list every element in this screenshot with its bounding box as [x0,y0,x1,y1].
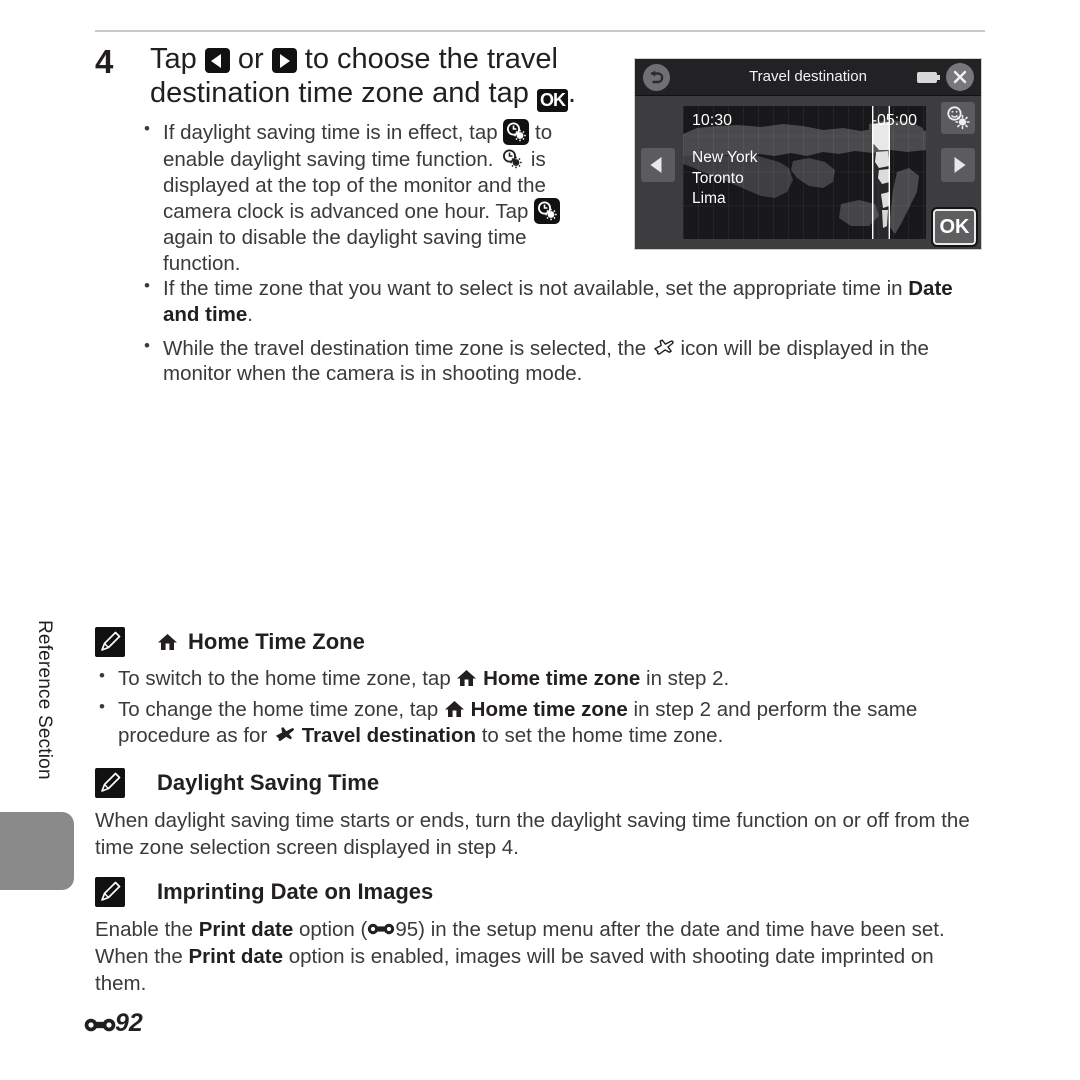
note-daylight-saving-time: Daylight Saving Time When daylight savin… [95,768,985,861]
list-item: Toronto [692,169,744,187]
note-imprinting-date-on-images: Imprinting Date on Images Enable the Pri… [95,877,985,997]
list-item: If daylight saving time is in effect, ta… [140,118,585,277]
pencil-note-icon [95,877,125,907]
step-bullet-list-narrow: If daylight saving time is in effect, ta… [140,118,585,279]
note-title: Daylight Saving Time [157,770,380,795]
step-heading: Tap or to choose the travel destination … [150,42,615,113]
map-time: 10:30 [692,112,733,129]
bullet-text-2: . [247,302,253,326]
step-block: 4 Tap or to choose the travel destinatio… [95,42,615,113]
step-number: 4 [95,43,114,80]
page-number: 92 [115,1009,143,1037]
pencil-note-icon [95,627,125,657]
note-paragraph: When daylight saving time starts or ends… [95,809,970,860]
battery-icon [917,72,940,83]
daylight-saving-inverse-icon [503,119,530,145]
bold-travel-destination: Travel destination [301,723,476,747]
airplane-icon [652,338,675,359]
side-tab-block [0,812,74,890]
right-triangle-icon [271,48,297,73]
note-heading: Home Time Zone [95,627,985,657]
list-item: To change the home time zone, tap Home t… [95,696,985,749]
list-item: If the time zone that you want to select… [140,275,985,328]
screen-body: OK 10:30 -05:00 New York Toronto Lima [635,96,981,249]
bullet-text-1: To switch to the home time zone, tap [118,667,457,690]
daylight-saving-inverse-icon [534,198,561,225]
bullet-text-1: To change the home time zone, tap [118,697,444,721]
page-top-rule [95,30,985,32]
list-item: While the travel destination time zone i… [140,335,985,388]
manual-page: Reference Section 4 Tap or to choose the… [0,0,1080,1080]
step-bullet-list-wide: If the time zone that you want to select… [140,275,985,395]
bullet-text-4: again to disable the daylight saving tim… [163,226,527,276]
bold-print-date: Print date [198,918,294,941]
home-icon [444,699,465,719]
note-title: Imprinting Date on Images [157,879,434,904]
para-ref-page: 95 [395,918,419,941]
dumbbell-reference-icon [84,1016,116,1032]
screen-prev-button[interactable] [641,148,675,182]
map-utc-offset: -05:00 [871,112,917,129]
step-heading-or: or [229,43,272,75]
dumbbell-reference-icon [367,921,395,937]
para-text-1: Enable the [95,918,199,941]
airplane-icon [273,725,296,746]
screen-topbar: Travel destination [635,59,981,96]
step-heading-text-1: Tap [150,43,205,75]
ok-badge-icon: OK [536,89,568,113]
list-item: Lima [692,190,726,208]
note-title: Home Time Zone [188,629,365,654]
camera-screen-illustration: Travel destination OK 10:30 -05:00 New Y… [634,58,982,250]
bullet-text-1: If the time zone that you want to select… [163,277,909,300]
side-tab-label: Reference Section [34,620,55,780]
map-city-list: New York Toronto Lima [692,148,757,210]
bullet-text-2: in step 2. [640,667,730,690]
home-icon [456,668,477,688]
note-home-time-zone: Home Time Zone To switch to the home tim… [95,627,985,753]
screen-daylight-saving-button[interactable] [941,102,975,134]
list-item: To switch to the home time zone, tap Hom… [95,665,985,692]
note-paragraph: Enable the Print date option ( 95) in th… [95,916,985,997]
page-footer: 92 [84,1009,143,1038]
bold-home-time-zone: Home time zone [483,667,641,690]
daylight-saving-icon [499,146,525,172]
note-body: To switch to the home time zone, tap Hom… [95,665,985,749]
left-triangle-icon [204,48,230,73]
bullet-text-3: to set the home time zone. [476,723,724,747]
close-x-icon[interactable] [946,63,974,91]
screen-ok-button[interactable]: OK [931,207,978,247]
bold-print-date: Print date [188,945,283,969]
bold-home-time-zone: Home time zone [470,697,628,721]
list-item: New York [692,149,758,166]
bullet-text-1: While the travel destination time zone i… [163,336,652,360]
home-icon [157,632,178,652]
step-heading-end: . [567,77,576,110]
world-map: 10:30 -05:00 New York Toronto Lima [683,106,926,239]
para-text-2: option ( [293,918,368,941]
pencil-note-icon [95,768,125,798]
note-heading: Daylight Saving Time [95,768,985,798]
note-heading: Imprinting Date on Images [95,877,985,907]
screen-next-button[interactable] [941,148,975,182]
bullet-text-1: If daylight saving time is in effect, ta… [163,121,504,144]
